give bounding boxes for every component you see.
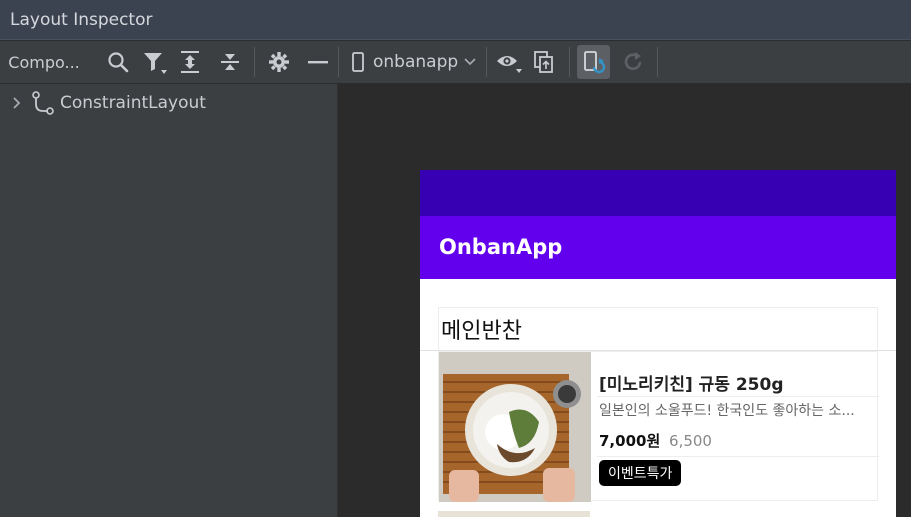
component-tree-panel: ConstraintLayout — [0, 84, 338, 517]
export-icon[interactable] — [530, 41, 558, 83]
item-info: [미노리키친] 규동 250g 일본인의 소울푸드! 한국인도 좋아하는 소..… — [597, 352, 879, 502]
device-label: onbanapp — [373, 52, 459, 72]
row-divider — [597, 456, 879, 457]
chevron-right-icon[interactable] — [12, 96, 22, 110]
status-bar — [420, 170, 896, 216]
row-divider — [597, 396, 879, 397]
device-screen-preview[interactable]: OnbanApp 메인반찬 [미노리키친] 규동 250g 일본인의 소울푸드!… — [420, 170, 896, 517]
item-price: 7,000원 — [599, 432, 661, 450]
next-item-image — [438, 511, 590, 517]
expand-all-icon[interactable] — [176, 41, 204, 83]
component-tree-tab[interactable]: Compo... — [8, 41, 80, 83]
component-tree-label: Compo... — [8, 52, 80, 72]
product-image — [439, 352, 591, 502]
app-title: OnbanApp — [439, 235, 563, 259]
app-bar: OnbanApp — [420, 216, 896, 279]
minimize-icon[interactable] — [304, 41, 332, 83]
item-name: [미노리키친] 규동 250g — [599, 375, 784, 395]
filter-icon[interactable] — [140, 41, 168, 83]
refresh-icon[interactable] — [619, 41, 647, 83]
collapse-all-icon[interactable] — [216, 41, 244, 83]
price-row: 7,000원 6,500 — [599, 430, 712, 451]
gear-icon[interactable] — [266, 41, 292, 83]
device-selector[interactable]: onbanapp — [350, 41, 480, 83]
toolbar-separator — [657, 47, 658, 77]
event-badge: 이벤트특가 — [599, 460, 682, 486]
toolbar-separator — [486, 47, 487, 77]
search-icon[interactable] — [105, 41, 131, 83]
constraint-layout-icon — [32, 91, 54, 115]
item-description: 일본인의 소울푸드! 한국인도 좋아하는 소... — [599, 403, 855, 419]
section-header: 메인반찬 — [438, 307, 878, 351]
window-title: Layout Inspector — [10, 10, 153, 30]
list-item[interactable]: [미노리키친] 규동 250g 일본인의 소울푸드! 한국인도 좋아하는 소..… — [438, 351, 879, 502]
device-icon — [350, 51, 366, 73]
title-bar: Layout Inspector — [0, 0, 911, 40]
item-original-price: 6,500 — [669, 432, 712, 450]
toolbar-separator — [254, 47, 255, 77]
tree-node-constraintlayout[interactable]: ConstraintLayout — [0, 91, 206, 115]
live-updates-icon[interactable] — [577, 45, 610, 79]
toolbar-separator — [569, 47, 570, 77]
toolbar: Compo... onbanapp — [0, 41, 911, 84]
chevron-down-icon — [464, 57, 476, 67]
section-title: 메인반찬 — [441, 319, 522, 344]
tree-node-label: ConstraintLayout — [60, 93, 206, 113]
eye-icon[interactable] — [494, 41, 524, 83]
toolbar-separator — [338, 47, 339, 77]
